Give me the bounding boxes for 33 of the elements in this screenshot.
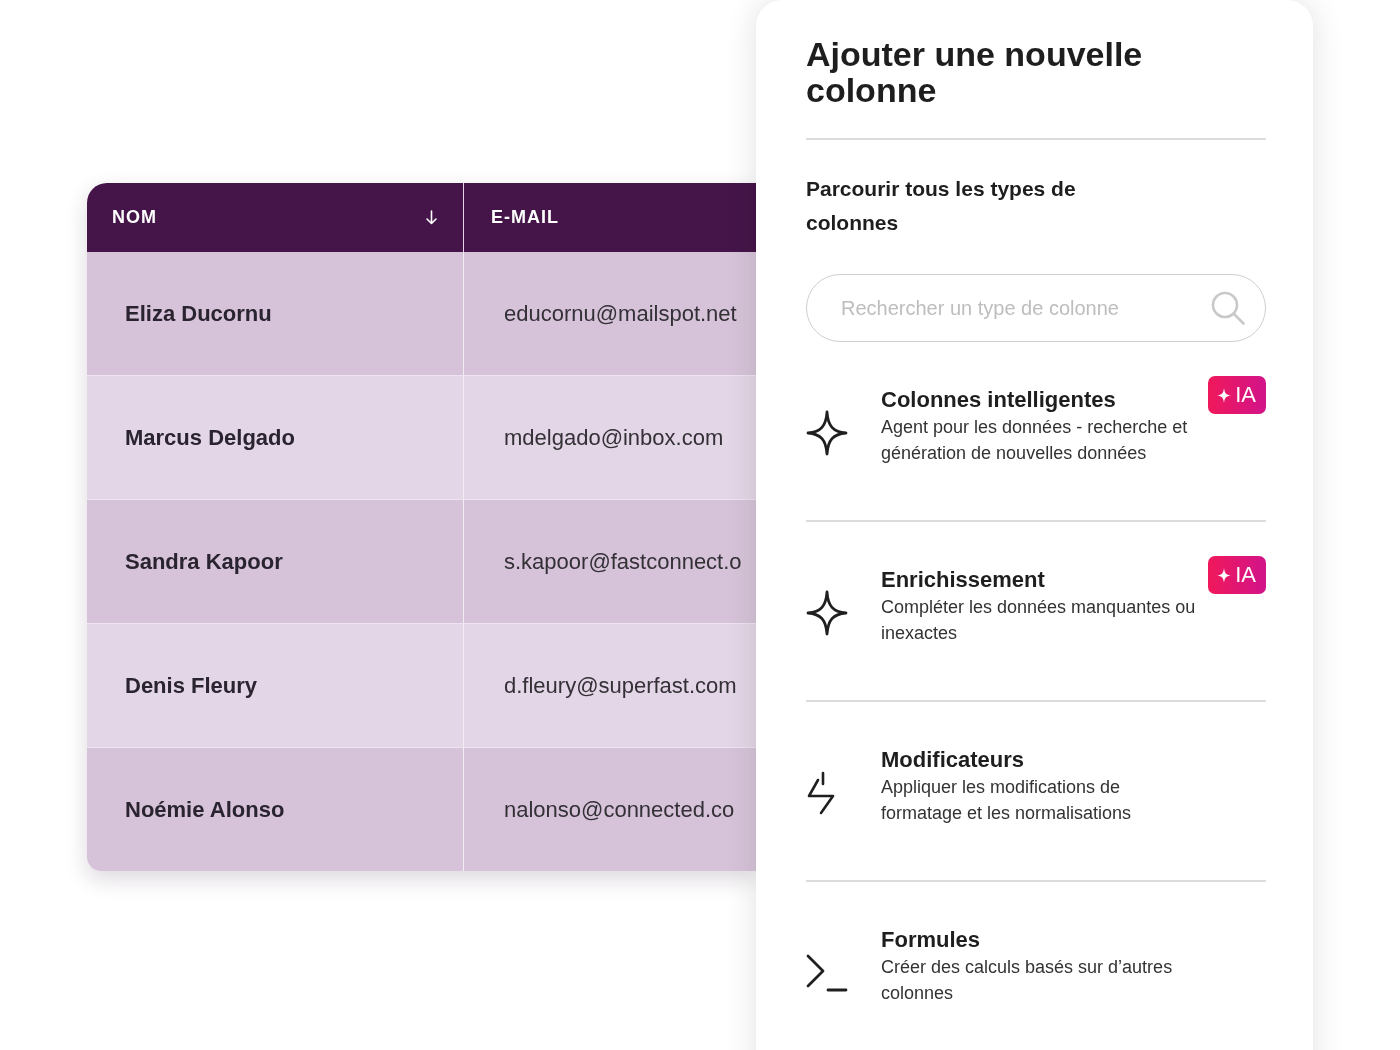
- column-type-title[interactable]: Enrichissement: [881, 566, 1045, 594]
- section-heading: Parcourir tous les types de colonnes: [806, 176, 1077, 236]
- table-cell: Eliza Ducornu: [87, 252, 464, 376]
- panel-title: Ajouter une nouvelle colonne: [806, 36, 1144, 108]
- terminal-icon: [806, 954, 848, 992]
- table-cell: nalonso@connected.co: [464, 748, 756, 871]
- sort-arrow-icon: [426, 210, 437, 225]
- table-cell: d.fleury@superfast.com: [464, 624, 756, 748]
- table-cell: educornu@mailspot.net: [464, 252, 756, 376]
- column-type-title[interactable]: Formules: [881, 926, 981, 954]
- table-cell: Marcus Delgado: [87, 376, 464, 500]
- table-cell: Denis Fleury: [87, 624, 464, 748]
- tag-label: IA: [1235, 384, 1256, 406]
- table-cell: mdelgado@inbox.com: [464, 376, 756, 500]
- sparkle-icon: [806, 410, 848, 456]
- tag-label: IA: [1235, 564, 1256, 586]
- lightning-bolt-icon: [806, 771, 836, 815]
- search-icon: [1211, 291, 1245, 325]
- column-type-description: Compléter les données manquantes ou inexactes: [881, 596, 1197, 645]
- column-type-title[interactable]: Modificateurs: [881, 746, 1025, 774]
- table-cell: Sandra Kapoor: [87, 500, 464, 624]
- column-type-description: Agent pour les données - recherche et génération de nouvelles données: [881, 416, 1189, 465]
- sparkle-icon: [1217, 387, 1232, 403]
- column-header[interactable]: E-MAIL: [464, 183, 756, 252]
- sparkle-icon: [806, 590, 848, 636]
- sparkle-icon: [1217, 567, 1232, 583]
- table-cell: s.kapoor@fastconnect.o: [464, 500, 756, 624]
- search-field[interactable]: Rechercher un type de colonne: [806, 274, 1266, 342]
- column-type-title[interactable]: Colonnes intelligentes: [881, 386, 1116, 414]
- column-type-description: Appliquer les modifications de formatage et les normalisations: [881, 776, 1133, 825]
- table-cell: Noémie Alonso: [87, 748, 464, 871]
- column-type-description: Créer des calculs basés sur d’autres colonnes: [881, 956, 1174, 1005]
- column-header[interactable]: NOM: [87, 183, 464, 252]
